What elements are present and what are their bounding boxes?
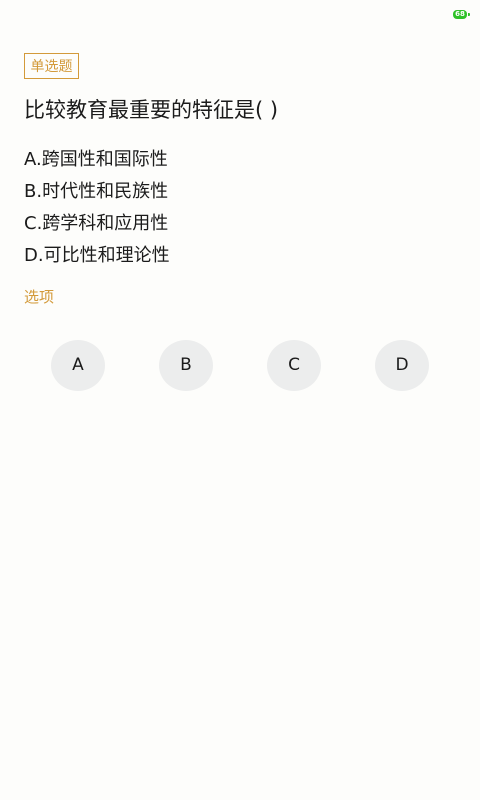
option-a: A.跨国性和国际性 — [24, 149, 168, 170]
answer-button-b[interactable]: B — [159, 340, 213, 391]
answer-button-c[interactable]: C — [267, 340, 321, 391]
answer-button-d[interactable]: D — [375, 340, 429, 391]
option-d: D.可比性和理论性 — [24, 245, 170, 266]
option-b: B.时代性和民族性 — [24, 181, 169, 202]
question-text: 比较教育最重要的特征是( ) — [24, 98, 279, 122]
status-bar: 68 — [0, 0, 480, 28]
option-list: A.跨国性和国际性 B.时代性和民族性 C.跨学科和应用性 D.可比性和理论性 — [24, 144, 464, 272]
question-type-tag: 单选题 — [24, 53, 79, 79]
answer-button-a[interactable]: A — [51, 340, 105, 391]
battery-level: 68 — [455, 10, 465, 18]
option-c: C.跨学科和应用性 — [24, 213, 169, 234]
answer-section-label: 选项 — [24, 288, 55, 306]
battery-icon: 68 — [453, 10, 470, 19]
